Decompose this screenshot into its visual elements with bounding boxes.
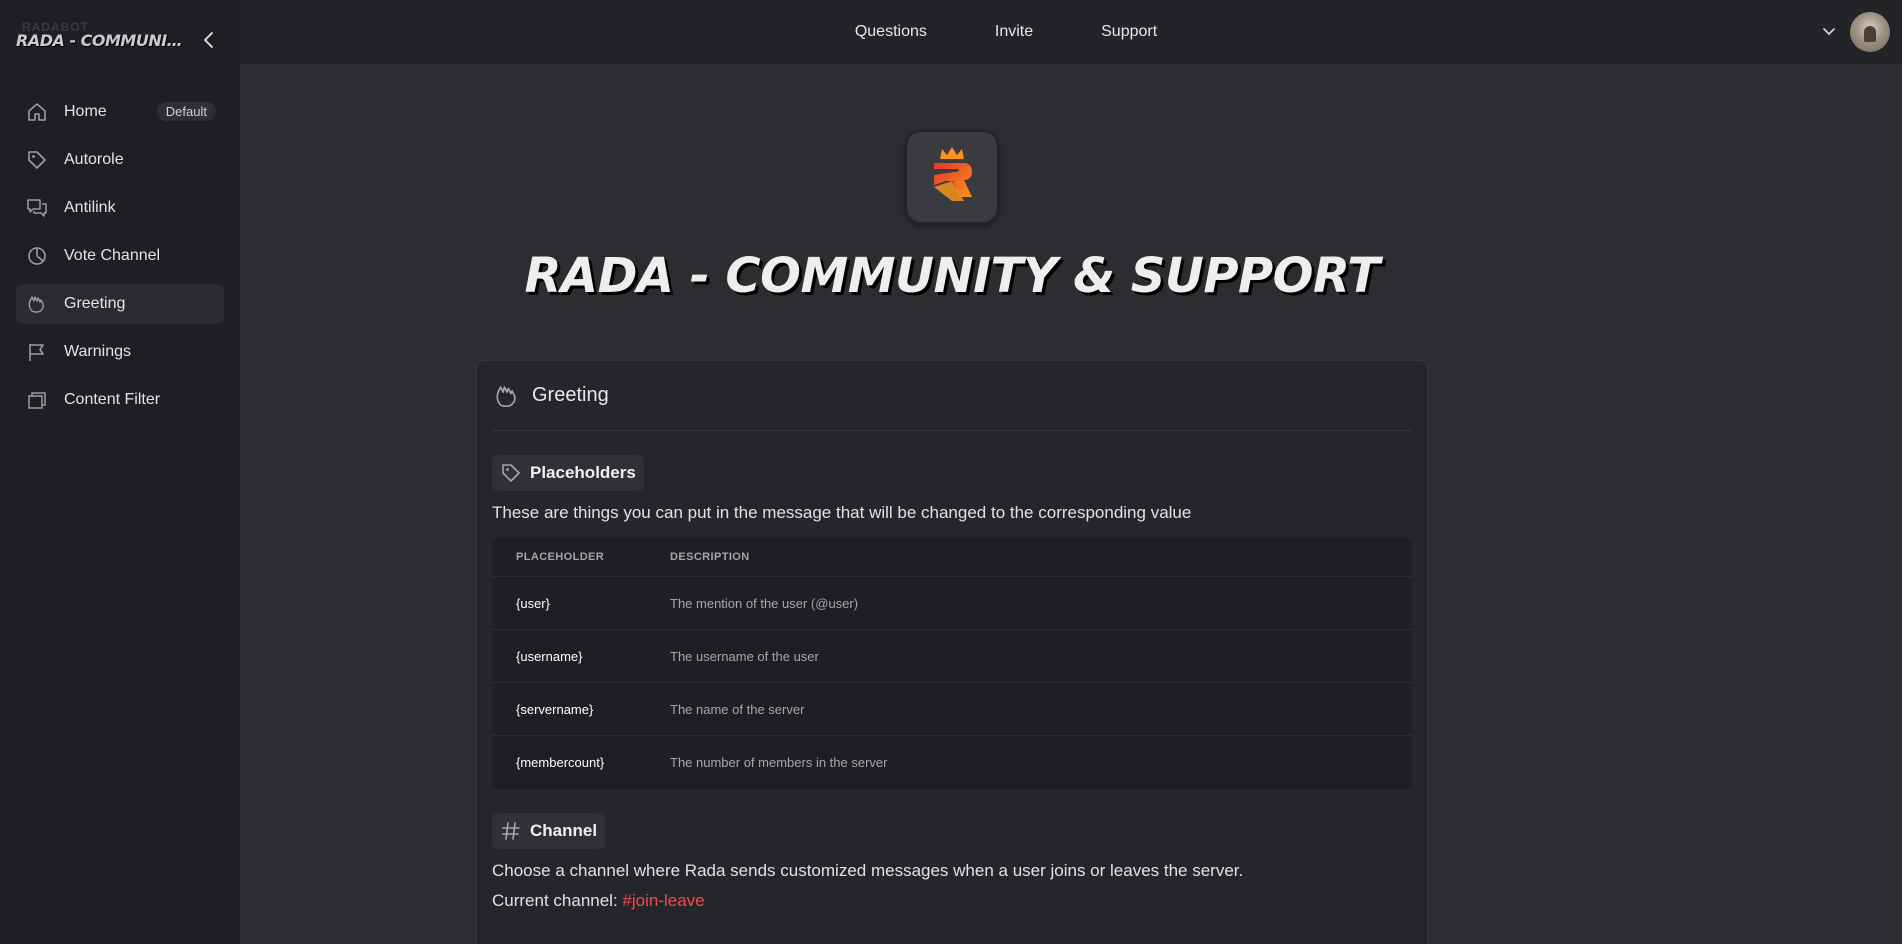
- placeholders-description: These are things you can put in the mess…: [492, 503, 1192, 522]
- placeholder-description: The username of the user: [670, 648, 819, 664]
- sidebar-item-label: Vote Channel: [64, 247, 161, 264]
- collapse-sidebar-button[interactable]: [196, 26, 220, 54]
- sidebar-item-autorole[interactable]: Autorole: [16, 140, 224, 180]
- table-row: {username} The username of the user: [492, 630, 1412, 683]
- channel-description: Choose a channel where Rada sends custom…: [492, 861, 1244, 880]
- server-logo: [905, 130, 999, 224]
- greeting-card: Greeting Placeholders These are things y…: [476, 360, 1428, 944]
- page-title: RADA - COMMUNITY & SUPPORT: [524, 248, 1380, 304]
- sidebar-item-label: Autorole: [64, 151, 124, 168]
- stack-icon: [26, 389, 48, 411]
- sidebar-item-label: Home: [64, 103, 107, 120]
- placeholder-key: {user}: [516, 595, 550, 611]
- avatar[interactable]: [1850, 12, 1890, 52]
- default-badge: Default: [156, 102, 216, 121]
- current-channel-label: Current channel:: [492, 891, 623, 910]
- sidebar-nav: Home Default Autorole Antilink Vote Chan…: [0, 80, 240, 440]
- table-row: {user} The mention of the user (@user): [492, 577, 1412, 630]
- current-channel: Current channel: #join-leave: [492, 891, 1412, 911]
- flag-icon: [26, 341, 48, 363]
- sidebar-item-label: Warnings: [64, 343, 131, 360]
- placeholder-description: The mention of the user (@user): [670, 595, 859, 611]
- tag-icon: [498, 460, 524, 486]
- card-title: Greeting: [532, 384, 609, 406]
- sidebar-item-warnings[interactable]: Warnings: [16, 332, 224, 372]
- main-content: RADA - COMMUNITY & SUPPORT Greeting Plac…: [240, 64, 1902, 944]
- questions-link[interactable]: Questions: [855, 23, 927, 41]
- sidebar-header: RADABOT RADA - COMMUNITY & SUPPORT: [0, 0, 240, 80]
- hand-wave-icon: [492, 381, 522, 411]
- user-menu[interactable]: [1822, 12, 1890, 52]
- sidebar-item-antilink[interactable]: Antilink: [16, 188, 224, 228]
- table-row: {membercount} The number of members in t…: [492, 736, 1412, 789]
- chevron-left-icon: [204, 32, 213, 48]
- tag-icon: [26, 149, 48, 171]
- table-row: {servername} The name of the server: [492, 683, 1412, 736]
- channel-label: Channel: [530, 821, 598, 840]
- hashtag-icon: [498, 818, 524, 844]
- placeholder-description: The name of the server: [670, 701, 805, 717]
- placeholders-label: Placeholders: [530, 463, 636, 482]
- top-nav: Questions Invite Support: [855, 23, 1157, 41]
- column-header-description: DESCRIPTION: [670, 550, 750, 563]
- column-header-placeholder: PLACEHOLDER: [516, 550, 605, 563]
- sidebar-item-content-filter[interactable]: Content Filter: [16, 380, 224, 420]
- placeholders-table: PLACEHOLDER DESCRIPTION {user} The menti…: [492, 537, 1412, 789]
- sidebar-item-label: Antilink: [64, 199, 116, 216]
- rada-logo-icon: [934, 147, 972, 201]
- placeholder-key: {servername}: [516, 701, 594, 717]
- placeholders-heading: Placeholders: [492, 455, 644, 491]
- brand-ghost-text: RADABOT: [22, 20, 89, 34]
- pie-chart-icon: [26, 245, 48, 267]
- table-header-row: PLACEHOLDER DESCRIPTION: [492, 537, 1412, 577]
- hand-wave-icon: [26, 293, 48, 315]
- placeholder-description: The number of members in the server: [670, 755, 888, 770]
- card-header: Greeting: [492, 361, 1412, 431]
- topbar: Questions Invite Support: [240, 0, 1902, 64]
- support-link[interactable]: Support: [1101, 23, 1157, 41]
- current-channel-link[interactable]: #join-leave: [622, 891, 704, 910]
- sidebar-item-label: Greeting: [64, 295, 126, 312]
- sidebar-item-vote-channel[interactable]: Vote Channel: [16, 236, 224, 276]
- invite-link[interactable]: Invite: [995, 23, 1033, 41]
- placeholder-key: {membercount}: [516, 755, 605, 770]
- chevron-down-icon: [1823, 28, 1835, 36]
- placeholder-key: {username}: [516, 648, 583, 664]
- chat-icon: [26, 197, 48, 219]
- sidebar-item-label: Content Filter: [64, 391, 161, 408]
- sidebar-item-home[interactable]: Home Default: [16, 92, 224, 132]
- channel-heading: Channel: [492, 813, 606, 849]
- home-icon: [26, 101, 48, 123]
- sidebar: RADABOT RADA - COMMUNITY & SUPPORT Home …: [0, 0, 240, 944]
- sidebar-item-greeting[interactable]: Greeting: [16, 284, 224, 324]
